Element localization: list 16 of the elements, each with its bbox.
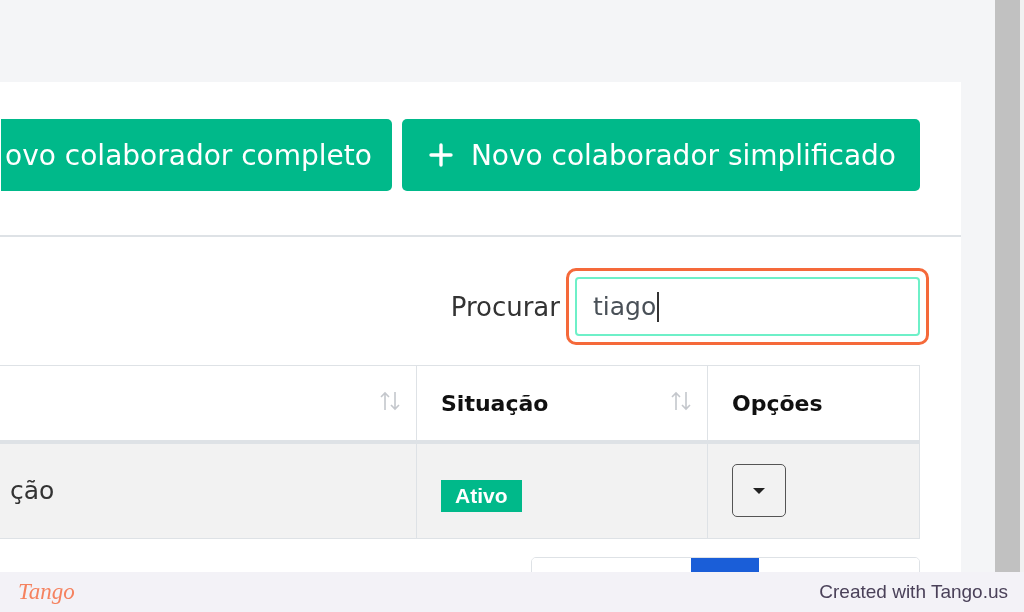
- column-header: Opções: [732, 390, 823, 416]
- sort-icon[interactable]: [669, 391, 693, 411]
- scrollbar[interactable]: [995, 0, 1020, 572]
- new-collaborator-button[interactable]: ovo colaborador completo: [0, 119, 392, 191]
- brand-logo[interactable]: Tango: [18, 579, 75, 605]
- options-dropdown-button[interactable]: [732, 464, 786, 518]
- search-field[interactable]: tiago: [575, 277, 920, 336]
- search-label: Procurar: [450, 291, 560, 322]
- caret-down-icon: [753, 487, 765, 494]
- sort-icon[interactable]: [378, 391, 402, 411]
- table-cell: ção: [0, 442, 417, 538]
- credit-text: Created with Tango.us: [819, 581, 1008, 603]
- new-collaborator-button[interactable]: Novo colaborador simplificado: [401, 119, 920, 191]
- text-cursor-icon: [657, 291, 660, 322]
- status-badge: Ativo: [441, 479, 522, 512]
- column-header: Situação: [441, 390, 549, 416]
